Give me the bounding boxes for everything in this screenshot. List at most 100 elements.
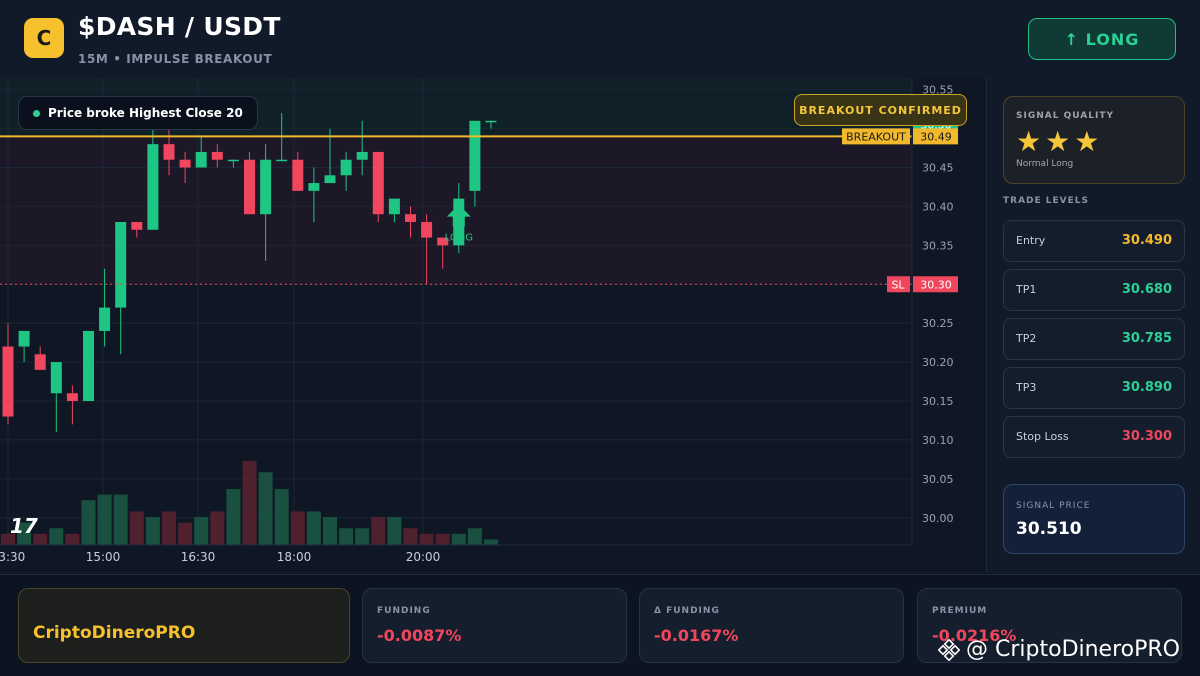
- indicator-legend: Price broke Highest Close 20: [18, 96, 258, 130]
- candle-body: [485, 120, 497, 123]
- candle-body: [131, 221, 143, 230]
- volume-bar: [467, 528, 482, 545]
- candle-body: [18, 330, 30, 347]
- trade-level-value: 30.680: [1121, 282, 1172, 297]
- premium-title: PREMIUM: [932, 606, 988, 616]
- delta-funding-card: Δ FUNDING -0.0167%: [639, 588, 904, 663]
- volume-bar: [274, 489, 289, 545]
- long-button[interactable]: ↑ LONG: [1028, 18, 1176, 60]
- trade-level-entry: Entry 30.490: [1003, 220, 1185, 262]
- volume-bar: [81, 500, 96, 545]
- signal-quality-card: SIGNAL QUALITY ★★★ Normal Long: [1003, 96, 1185, 184]
- trade-levels-title: TRADE LEVELS: [1003, 196, 1089, 206]
- trade-level-tp3: TP3 30.890: [1003, 367, 1185, 409]
- volume-bar: [371, 517, 386, 545]
- candle-body: [83, 330, 94, 402]
- candle-body: [99, 307, 111, 331]
- trade-level-value: 30.890: [1121, 380, 1172, 395]
- candle-body: [147, 144, 159, 230]
- trade-level-tp1: TP1 30.680: [1003, 269, 1185, 311]
- candle-body: [276, 159, 288, 162]
- funding-title: FUNDING: [377, 606, 431, 616]
- candle-body: [324, 175, 336, 184]
- trade-level-label: Stop Loss: [1016, 430, 1069, 443]
- volume-bar: [113, 494, 128, 545]
- tradingview-logo: 17: [10, 514, 38, 538]
- trade-level-label: TP3: [1016, 381, 1037, 394]
- watermark: @ CriptoDineroPRO: [938, 637, 1180, 662]
- volume-bar: [290, 511, 305, 545]
- delta-funding-value: -0.0167%: [654, 626, 739, 645]
- signal-price-value: 30.510: [1016, 519, 1082, 539]
- brand-card: CriptoDineroPRO: [18, 588, 350, 663]
- app-logo: C: [24, 18, 64, 58]
- candle-body: [372, 151, 384, 215]
- star-rating-icon: ★★★: [1016, 125, 1104, 158]
- price-tick-label: 30.05: [922, 473, 954, 486]
- trade-level-value: 30.785: [1121, 331, 1172, 346]
- candle-body: [195, 151, 207, 168]
- signal-sidebar: SIGNAL QUALITY ★★★ Normal Long TRADE LEV…: [986, 78, 1200, 573]
- price-tick-label: 30.00: [922, 512, 954, 525]
- time-tick-label: 13:30: [0, 550, 25, 564]
- volume-bar: [226, 489, 241, 545]
- chart-canvas[interactable]: LONG30.5530.5030.4530.4030.3530.3030.253…: [0, 78, 985, 573]
- trade-level-label: Entry: [1016, 234, 1046, 247]
- volume-bar: [355, 528, 370, 545]
- volume-bar: [419, 533, 434, 545]
- candle-body: [211, 151, 223, 160]
- trade-level-label: TP1: [1016, 283, 1037, 296]
- signal-price-title: SIGNAL PRICE: [1016, 501, 1091, 511]
- volume-bar: [194, 517, 209, 545]
- volume-bar: [451, 533, 466, 545]
- time-tick-label: 18:00: [277, 550, 312, 564]
- price-tick-label: 30.40: [922, 200, 954, 213]
- candle-body: [388, 198, 400, 215]
- volume-bar: [323, 517, 337, 545]
- binance-icon: [938, 638, 960, 661]
- breakout-label: BREAKOUT: [846, 130, 906, 143]
- volume-bar: [306, 511, 321, 545]
- sl-label: SL: [891, 278, 905, 291]
- signal-quality-title: SIGNAL QUALITY: [1016, 111, 1114, 121]
- candle-body: [115, 221, 127, 308]
- volume-bar: [178, 522, 193, 545]
- pair-title: $DASH / USDT: [78, 12, 281, 41]
- candle-body: [34, 354, 46, 370]
- volume-bar: [145, 517, 160, 545]
- candle-body: [469, 120, 481, 191]
- time-tick-label: 16:30: [181, 550, 216, 564]
- time-tick-label: 20:00: [406, 550, 441, 564]
- funding-card: FUNDING -0.0087%: [362, 588, 627, 663]
- price-tick-label: 30.25: [922, 317, 954, 330]
- price-tick-label: 30.15: [922, 395, 954, 408]
- candle-body: [163, 144, 175, 160]
- legend-dot-icon: [33, 109, 40, 117]
- price-tick-label: 30.20: [922, 356, 954, 369]
- volume-bar: [210, 511, 225, 545]
- trade-level-tp2: TP2 30.785: [1003, 318, 1185, 360]
- candle-body: [227, 159, 239, 162]
- volume-bar: [403, 528, 418, 545]
- candle-body: [308, 183, 320, 191]
- volume-bar: [435, 533, 450, 545]
- header: C $DASH / USDT 15M • IMPULSE BREAKOUT ↑ …: [0, 0, 1200, 79]
- candle-body: [50, 362, 62, 394]
- trade-level-stop-loss: Stop Loss 30.300: [1003, 416, 1185, 458]
- legend-text: Price broke Highest Close 20: [48, 106, 243, 120]
- volume-bar: [162, 511, 176, 545]
- brand-name: CriptoDineroPRO: [33, 623, 196, 643]
- volume-bar: [97, 494, 112, 545]
- volume-bar: [65, 533, 80, 545]
- volume-bar: [484, 539, 498, 545]
- candle-body: [244, 159, 255, 215]
- price-chart[interactable]: LONG30.5530.5030.4530.4030.3530.3030.253…: [0, 78, 985, 573]
- candle-body: [2, 346, 14, 417]
- candle-body: [340, 159, 352, 176]
- candle-body: [421, 221, 433, 238]
- volume-bar: [129, 511, 144, 545]
- funding-value: -0.0087%: [377, 626, 462, 645]
- long-label: LONG: [445, 233, 473, 244]
- watermark-text: @ CriptoDineroPRO: [966, 637, 1180, 662]
- signal-price-card: SIGNAL PRICE 30.510: [1003, 484, 1185, 554]
